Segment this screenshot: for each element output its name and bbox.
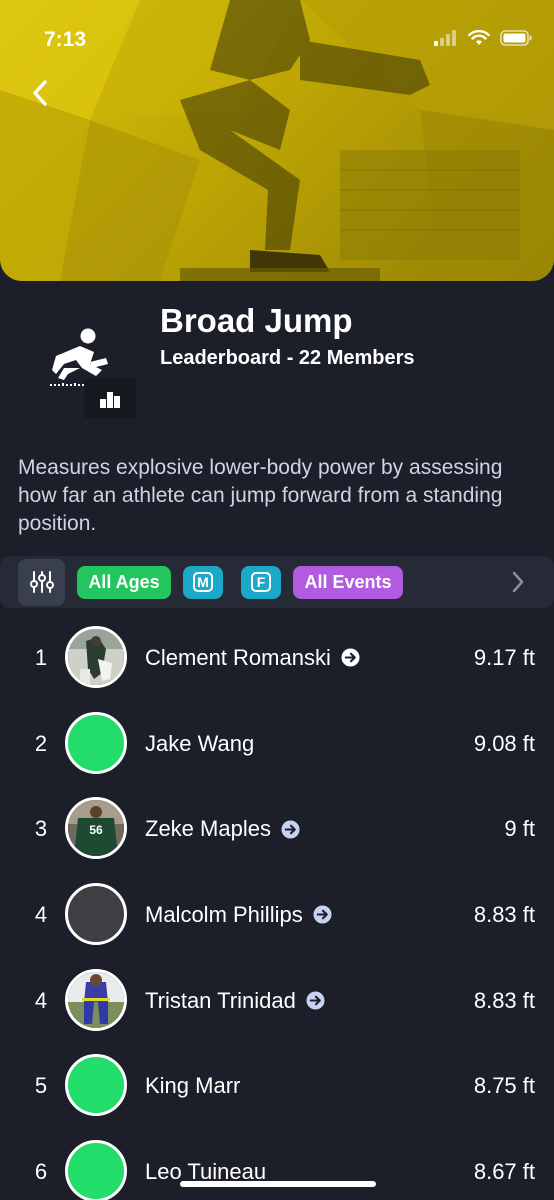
arrow-circle-icon[interactable] [281,820,300,839]
avatar [65,1140,127,1200]
back-button[interactable] [24,76,56,110]
event-icon [44,322,136,418]
score: 8.83 ft [473,987,535,1013]
female-label: F [251,572,271,592]
sliders-icon [29,571,54,593]
filter-chip-events[interactable]: All Events [293,565,403,599]
filter-chip-female[interactable]: F [241,565,281,599]
svg-text:56: 56 [89,823,103,837]
home-indicator[interactable] [180,1181,376,1187]
avatar [65,1054,127,1117]
status-icons [434,30,532,46]
score: 9 ft [504,816,535,842]
status-time: 7:13 [44,28,87,51]
rank: 4 [34,987,48,1013]
avatar [65,626,127,688]
arrow-circle-icon[interactable] [306,991,325,1010]
avatar [65,711,127,774]
leaderboard-row[interactable]: 4 Tristan Trinidad 8.83 ft [0,958,554,1044]
signal-icon [434,30,456,46]
avatar [65,883,127,946]
leaderboard-row[interactable]: 2 Jake Wang 9.08 ft [0,701,554,787]
score: 8.67 ft [473,1159,535,1185]
score: 9.17 ft [473,645,535,670]
filter-chip-ages[interactable]: All Ages [77,565,171,599]
leaderboard-row[interactable]: 4 Malcolm Phillips 8.83 ft [0,872,554,958]
wifi-icon [468,30,490,45]
filter-chip-male[interactable]: M [183,565,223,599]
arrow-circle-icon[interactable] [341,648,360,667]
score: 8.75 ft [473,1073,535,1099]
rank: 2 [34,730,48,756]
leaderboard-row[interactable]: 1 Clement Romanski 9.17 ft [0,615,554,701]
athlete-name: Clement Romanski [145,644,331,670]
score: 8.83 ft [473,902,535,928]
filter-settings-button[interactable] [18,558,65,606]
avatar: 56 [65,797,127,860]
athlete-name: Malcolm Phillips [145,901,303,927]
rank: 1 [34,645,48,670]
broad-jump-icon [50,328,136,418]
athlete-name: Zeke Maples [145,816,271,842]
leaderboard-row[interactable]: 6 Leo Tuineau 8.67 ft [0,1129,554,1200]
arrow-circle-icon[interactable] [313,905,332,924]
athlete-name: Tristan Trinidad [145,987,296,1013]
filter-bar: All Ages M F All Events [0,556,554,608]
rank: 4 [34,902,48,928]
leaderboard-row[interactable]: 3 56 Zeke Maples 9 ft [0,786,554,872]
rank: 5 [34,1073,48,1099]
event-description: Measures explosive lower-body power by a… [18,456,503,535]
leaderboard-row[interactable]: 5 King Marr 8.75 ft [0,1043,554,1129]
rank: 3 [34,816,48,842]
athlete-name: Jake Wang [145,730,255,756]
avatar [65,968,127,1031]
battery-icon [500,30,532,46]
leaderboard-list: 1 Clement Romanski 9.17 ft 2 Jake Wang 9… [0,615,554,1200]
score: 9.08 ft [473,730,535,756]
chevron-right-icon[interactable] [510,570,526,594]
chevron-left-icon [33,80,47,106]
athlete-name: King Marr [145,1073,241,1099]
event-title: Broad Jump [160,302,353,339]
male-label: M [193,572,213,592]
event-subtitle: Leaderboard - 22 Members [160,347,415,369]
rank: 6 [34,1159,48,1185]
